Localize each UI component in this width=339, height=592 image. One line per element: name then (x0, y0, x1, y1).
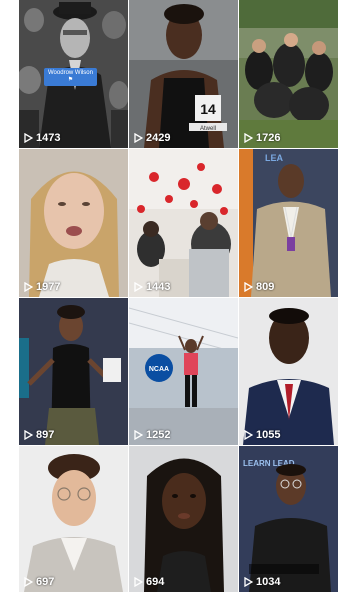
video-thumbnail: 14 Atwell (129, 0, 238, 148)
view-count: 697 (23, 576, 54, 588)
play-icon (133, 430, 143, 440)
video-tile[interactable]: 897 (19, 298, 128, 445)
logo-text: NCAA (149, 366, 169, 373)
view-count: 2429 (133, 132, 170, 144)
view-count: 1726 (243, 132, 280, 144)
play-icon (133, 133, 143, 143)
video-grid: Woodrow Wilson ⚑ 1473 14 Atwell 2429 172… (19, 0, 338, 592)
video-tile[interactable]: 14 Atwell 2429 (129, 0, 238, 148)
view-count-label: 1977 (36, 281, 61, 293)
video-thumbnail (19, 149, 128, 297)
video-thumbnail (19, 446, 128, 592)
view-count-label: 2429 (146, 132, 171, 144)
video-tile[interactable]: NCAA 1252 (129, 298, 238, 445)
view-count-label: 1443 (146, 281, 171, 293)
view-count-label: 897 (36, 429, 55, 441)
view-count-label: 1034 (256, 576, 281, 588)
view-count: 1252 (133, 429, 170, 441)
video-thumbnail: LEARN LEAD (239, 446, 338, 592)
play-icon (243, 282, 253, 292)
play-icon (23, 430, 33, 440)
video-thumbnail (129, 149, 238, 297)
banner-text: LEA (265, 153, 284, 163)
view-count: 1034 (243, 576, 280, 588)
video-thumbnail (239, 298, 338, 445)
play-icon (133, 282, 143, 292)
video-tile[interactable]: 1726 (239, 0, 338, 148)
video-tile[interactable]: 1055 (239, 298, 338, 445)
play-icon (243, 133, 253, 143)
view-count: 1977 (23, 281, 60, 293)
play-icon (243, 430, 253, 440)
video-tile[interactable]: LEARN LEAD 1034 (239, 446, 338, 592)
video-tile[interactable]: 1443 (129, 149, 238, 297)
bib-number: 14 (200, 101, 216, 117)
video-tile[interactable]: 694 (129, 446, 238, 592)
play-icon (243, 577, 253, 587)
view-count-label: 809 (256, 281, 275, 293)
name-tag-sub: ⚑ (67, 77, 74, 84)
view-count: 897 (23, 429, 54, 441)
play-icon (23, 133, 33, 143)
view-count-label: 1252 (146, 429, 171, 441)
video-tile[interactable]: Woodrow Wilson ⚑ 1473 (19, 0, 128, 148)
video-thumbnail: NCAA (129, 298, 238, 445)
view-count-label: 697 (36, 576, 55, 588)
video-thumbnail: LEA (239, 149, 338, 297)
name-tag: Woodrow Wilson ⚑ (44, 68, 97, 87)
play-icon (23, 282, 33, 292)
video-tile[interactable]: 1977 (19, 149, 128, 297)
video-thumbnail (239, 0, 338, 148)
view-count-label: 1055 (256, 429, 281, 441)
view-count-label: 1473 (36, 132, 61, 144)
view-count: 809 (243, 281, 274, 293)
video-thumbnail (19, 298, 128, 445)
video-thumbnail (129, 446, 238, 592)
play-icon (23, 577, 33, 587)
view-count: 694 (133, 576, 164, 588)
view-count-label: 694 (146, 576, 165, 588)
view-count: 1055 (243, 429, 280, 441)
video-tile[interactable]: LEA 809 (239, 149, 338, 297)
view-count-label: 1726 (256, 132, 281, 144)
view-count: 1443 (133, 281, 170, 293)
view-count: 1473 (23, 132, 60, 144)
play-icon (133, 577, 143, 587)
bib-name: Atwell (200, 126, 216, 132)
video-tile[interactable]: 697 (19, 446, 128, 592)
